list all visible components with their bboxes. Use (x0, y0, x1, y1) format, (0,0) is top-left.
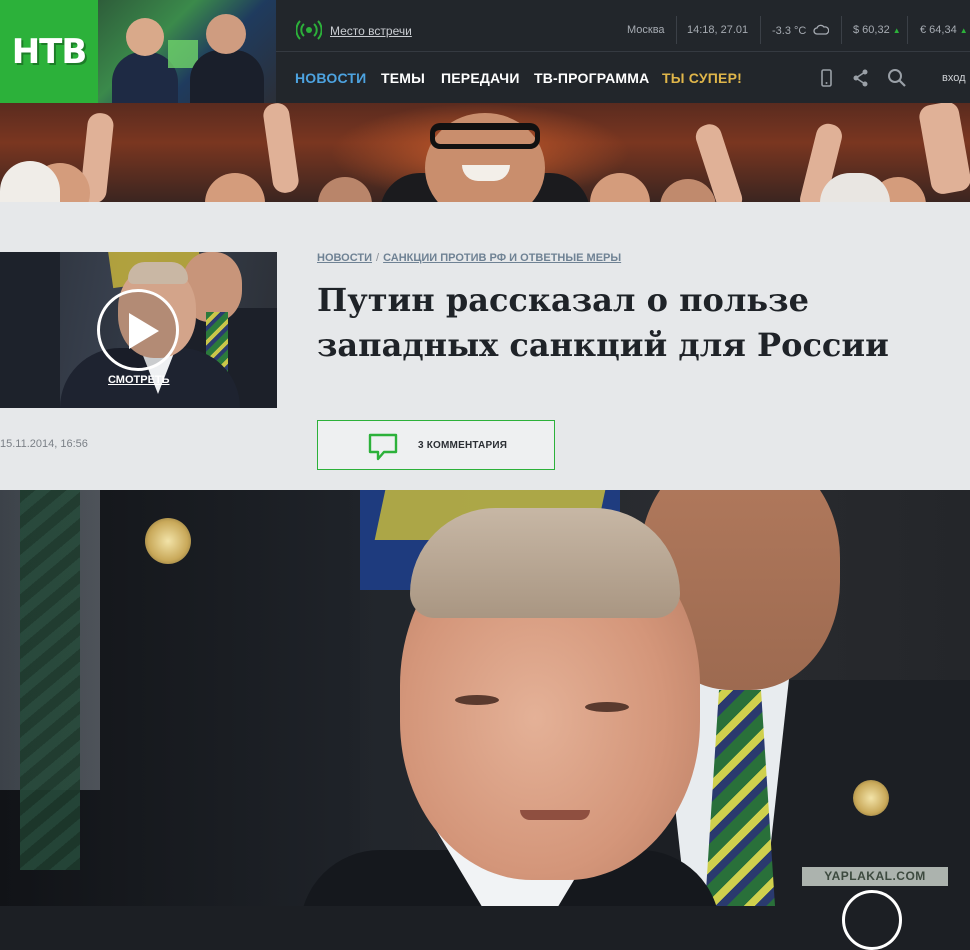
share-icon[interactable] (850, 67, 872, 89)
usd-value: $ 60,32 (853, 24, 890, 36)
usd-rate: $ 60,32 ▲ (853, 24, 901, 36)
video-thumbnail[interactable]: СМОТРЕТЬ (0, 252, 277, 408)
eur-value: € 64,34 (920, 24, 957, 36)
eur-rate: € 64,34 ▲ (920, 24, 968, 36)
play-icon[interactable] (97, 289, 179, 371)
login-link[interactable]: вход (942, 72, 966, 84)
temperature-label: -3.3 °C (772, 25, 807, 37)
comments-button[interactable]: 3 КОММЕНТАРИЯ (317, 420, 555, 470)
comment-icon (368, 433, 398, 461)
search-icon[interactable] (886, 67, 908, 89)
article-main-photo (0, 490, 970, 906)
breadcrumb-sanctions[interactable]: САНКЦИИ ПРОТИВ РФ И ОТВЕТНЫЕ МЕРЫ (383, 252, 621, 264)
site-header: НТВ Место встречи Москва 14:18, 27.01 -3… (0, 0, 970, 103)
promo-banner[interactable] (0, 103, 970, 202)
nav-news[interactable]: НОВОСТИ (295, 70, 366, 86)
comments-count: 3 КОММЕНТАРИЯ (418, 440, 508, 451)
weather: -3.3 °C (772, 24, 830, 37)
up-arrow-icon: ▲ (959, 26, 968, 35)
watch-link[interactable]: СМОТРЕТЬ (108, 374, 170, 386)
nav-shows[interactable]: ПЕРЕДАЧИ (441, 70, 520, 86)
live-broadcast-thumbnail[interactable] (98, 0, 276, 103)
cloud-icon (813, 24, 830, 35)
logo-text: НТВ (11, 31, 88, 72)
nav-ty-super[interactable]: ТЫ СУПЕР! (662, 70, 742, 86)
meet-link[interactable]: Место встречи (330, 24, 412, 38)
mobile-icon[interactable] (815, 67, 837, 89)
city-label: Москва (627, 24, 665, 36)
article-header: СМОТРЕТЬ 15.11.2014, 16:56 НОВОСТИ / САНКЦ… (0, 202, 970, 490)
nav-tv-program[interactable]: ТВ-ПРОГРАММА (534, 70, 649, 86)
article-title: Путин рассказал о пользе западных санкци… (317, 281, 889, 364)
top-info-bar: Место встречи Москва 14:18, 27.01 -3.3 °… (276, 0, 970, 52)
watermark: YAPLAKAL.COM (802, 867, 948, 886)
breadcrumb: НОВОСТИ / САНКЦИИ ПРОТИВ РФ И ОТВЕТНЫЕ МЕР… (317, 252, 622, 264)
main-nav: НОВОСТИ ТЕМЫ ПЕРЕДАЧИ ТВ-ПРОГРАММА ТЫ СУ… (276, 53, 970, 103)
breadcrumb-news[interactable]: НОВОСТИ (317, 252, 372, 264)
ntv-logo[interactable]: НТВ (0, 0, 98, 103)
datetime-label: 14:18, 27.01 (687, 24, 749, 36)
up-arrow-icon: ▲ (892, 26, 901, 35)
nav-topics[interactable]: ТЕМЫ (381, 70, 425, 86)
live-broadcast-icon (296, 20, 322, 40)
play-button-partial[interactable] (842, 890, 902, 950)
publish-date: 15.11.2014, 16:56 (0, 438, 88, 450)
